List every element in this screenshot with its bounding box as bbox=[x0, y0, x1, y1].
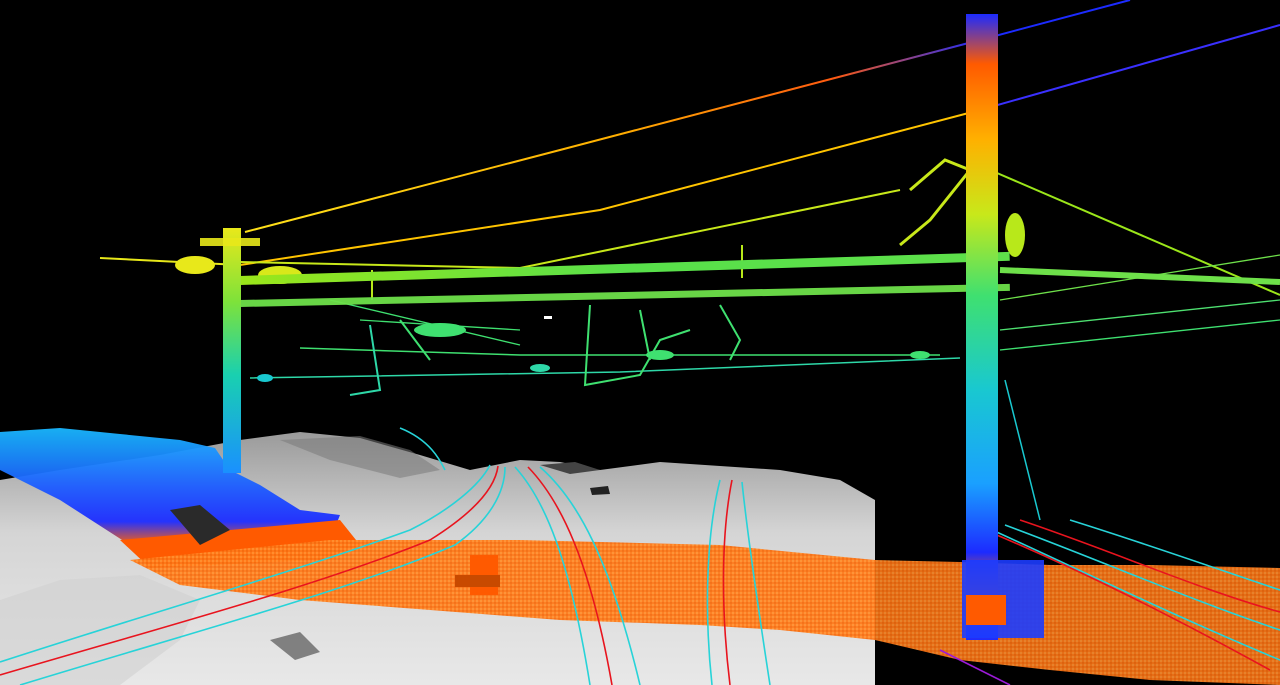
center-marker bbox=[544, 316, 552, 319]
right-mast bbox=[966, 14, 998, 640]
left-mast bbox=[223, 228, 241, 473]
point-cloud-scene bbox=[0, 0, 1280, 685]
